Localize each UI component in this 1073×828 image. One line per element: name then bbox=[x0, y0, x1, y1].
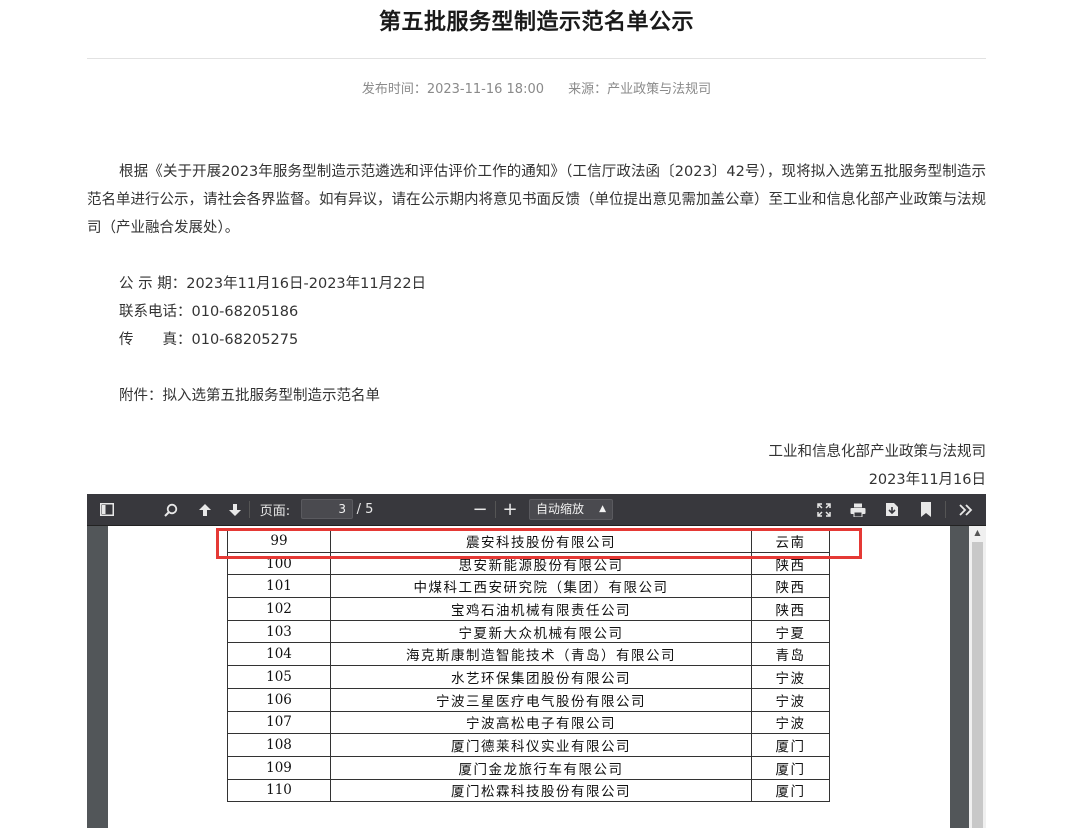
cell-company-name: 厦门德莱科仪实业有限公司 bbox=[330, 733, 752, 757]
table-row: 104 海克斯康制造智能技术（青岛）有限公司 青岛 bbox=[227, 642, 830, 667]
cell-company-name: 宁波高松电子有限公司 bbox=[330, 710, 752, 735]
article-paragraph: 根据《关于开展2023年服务型制造示范遴选和评估评价工作的通知》（工信厅政法函〔… bbox=[87, 164, 986, 236]
cell-region: 厦门 bbox=[751, 733, 830, 757]
cell-region: 宁波 bbox=[751, 687, 830, 712]
title-divider bbox=[87, 58, 986, 59]
chevron-down-icon: ▲ bbox=[599, 504, 606, 514]
table-row: 105 水艺环保集团股份有限公司 宁波 bbox=[227, 665, 830, 689]
table-row: 110 厦门松霖科技股份有限公司 厦门 bbox=[227, 778, 830, 803]
cell-company-name: 厦门金龙旅行车有限公司 bbox=[330, 755, 752, 780]
cell-company-name: 宁波三星医疗电气股份有限公司 bbox=[330, 687, 752, 712]
cell-company-name: 水艺环保集团股份有限公司 bbox=[330, 665, 752, 689]
search-icon[interactable] bbox=[159, 494, 183, 525]
cell-number: 102 bbox=[227, 597, 331, 621]
list-table: 99 震安科技股份有限公司 云南 100 思安新能源股份有限公司 陕西 101 中煤科工西安研… bbox=[227, 529, 830, 803]
table-row: 109 厦门金龙旅行车有限公司 厦门 bbox=[227, 755, 830, 780]
total-pages: / 5 bbox=[356, 502, 374, 517]
download-icon[interactable] bbox=[880, 494, 904, 525]
cell-company-name: 宁夏新大众机械有限公司 bbox=[330, 619, 752, 644]
cell-number: 103 bbox=[227, 619, 331, 644]
table-row: 103 宁夏新大众机械有限公司 宁夏 bbox=[227, 619, 830, 644]
scrollbar-thumb[interactable] bbox=[972, 542, 983, 828]
cell-number: 105 bbox=[227, 665, 331, 689]
page-number-input[interactable]: 3 bbox=[301, 499, 353, 519]
table-row: 101 中煤科工西安研究院（集团）有限公司 陕西 bbox=[227, 574, 830, 599]
signer: 工业和信息化部产业政策与法规司 bbox=[768, 444, 987, 460]
zoom-out-button[interactable]: − bbox=[469, 494, 491, 525]
toolbar-separator bbox=[495, 501, 496, 518]
zoom-in-button[interactable]: + bbox=[499, 494, 521, 525]
zoom-select-value: 自动缩放 bbox=[536, 502, 585, 516]
table-row: 108 厦门德莱科仪实业有限公司 厦门 bbox=[227, 733, 830, 757]
toolbar-separator bbox=[249, 501, 250, 518]
pdf-page: 99 震安科技股份有限公司 云南 100 思安新能源股份有限公司 陕西 101 中煤科工西安研… bbox=[108, 526, 950, 828]
publish-time: 发布时间：2023-11-16 18:00 bbox=[361, 82, 544, 97]
cell-company-name: 厦门松霖科技股份有限公司 bbox=[330, 778, 752, 803]
sidebar-toggle-icon[interactable] bbox=[95, 494, 119, 525]
page-label: 页面: bbox=[259, 504, 291, 519]
notice-period: 公 示 期：2023年11月16日-2023年11月22日 bbox=[119, 276, 427, 292]
table-row: 102 宝鸡石油机械有限责任公司 陕西 bbox=[227, 597, 830, 621]
cell-company-name: 海克斯康制造智能技术（青岛）有限公司 bbox=[330, 642, 752, 667]
cell-number: 104 bbox=[227, 642, 331, 667]
print-icon[interactable] bbox=[846, 494, 870, 525]
cell-number: 106 bbox=[227, 687, 331, 712]
toolbar-separator bbox=[945, 501, 946, 518]
cell-number: 101 bbox=[227, 574, 331, 599]
cell-region: 宁波 bbox=[751, 665, 830, 689]
cell-region: 宁夏 bbox=[751, 619, 830, 644]
cell-region: 陕西 bbox=[751, 574, 830, 599]
scroll-up-arrow-icon[interactable]: ▲ bbox=[969, 526, 986, 540]
pdf-toolbar: 页面: 3 / 5 − + 自动缩放 ▲ bbox=[87, 494, 986, 526]
zoom-select[interactable]: 自动缩放 ▲ bbox=[529, 499, 613, 520]
attachment-label: 附件：拟入选第五批服务型制造示范名单 bbox=[119, 388, 380, 404]
page-title: 第五批服务型制造示范名单公示 bbox=[378, 10, 694, 35]
cell-region: 厦门 bbox=[751, 755, 830, 780]
bookmark-icon[interactable] bbox=[914, 494, 938, 525]
cell-company-name: 中煤科工西安研究院（集团）有限公司 bbox=[330, 574, 752, 599]
cell-region: 陕西 bbox=[751, 597, 830, 621]
cell-company-name: 宝鸡石油机械有限责任公司 bbox=[330, 597, 752, 621]
arrow-up-icon[interactable] bbox=[193, 494, 217, 525]
cell-number: 108 bbox=[227, 733, 331, 757]
table-row: 107 宁波高松电子有限公司 宁波 bbox=[227, 710, 830, 735]
arrow-down-icon[interactable] bbox=[223, 494, 247, 525]
sign-date: 2023年11月16日 bbox=[868, 472, 986, 488]
cell-number: 107 bbox=[227, 710, 331, 735]
highlight-box bbox=[216, 528, 862, 559]
article-source: 来源：产业政策与法规司 bbox=[568, 82, 712, 97]
contact-phone: 联系电话：010-68205186 bbox=[119, 304, 299, 320]
cell-number: 110 bbox=[227, 778, 331, 803]
more-tools-icon[interactable] bbox=[953, 494, 979, 525]
cell-region: 青岛 bbox=[751, 642, 830, 667]
contact-fax: 传 真：010-68205275 bbox=[119, 332, 299, 348]
table-row: 106 宁波三星医疗电气股份有限公司 宁波 bbox=[227, 687, 830, 712]
scrollbar[interactable]: ▲ bbox=[969, 526, 986, 828]
fullscreen-icon[interactable] bbox=[812, 494, 836, 525]
cell-region: 厦门 bbox=[751, 778, 830, 803]
article-meta: 发布时间：2023-11-16 18:00 来源：产业政策与法规司 bbox=[0, 78, 1073, 97]
cell-region: 宁波 bbox=[751, 710, 830, 735]
cell-number: 109 bbox=[227, 755, 331, 780]
